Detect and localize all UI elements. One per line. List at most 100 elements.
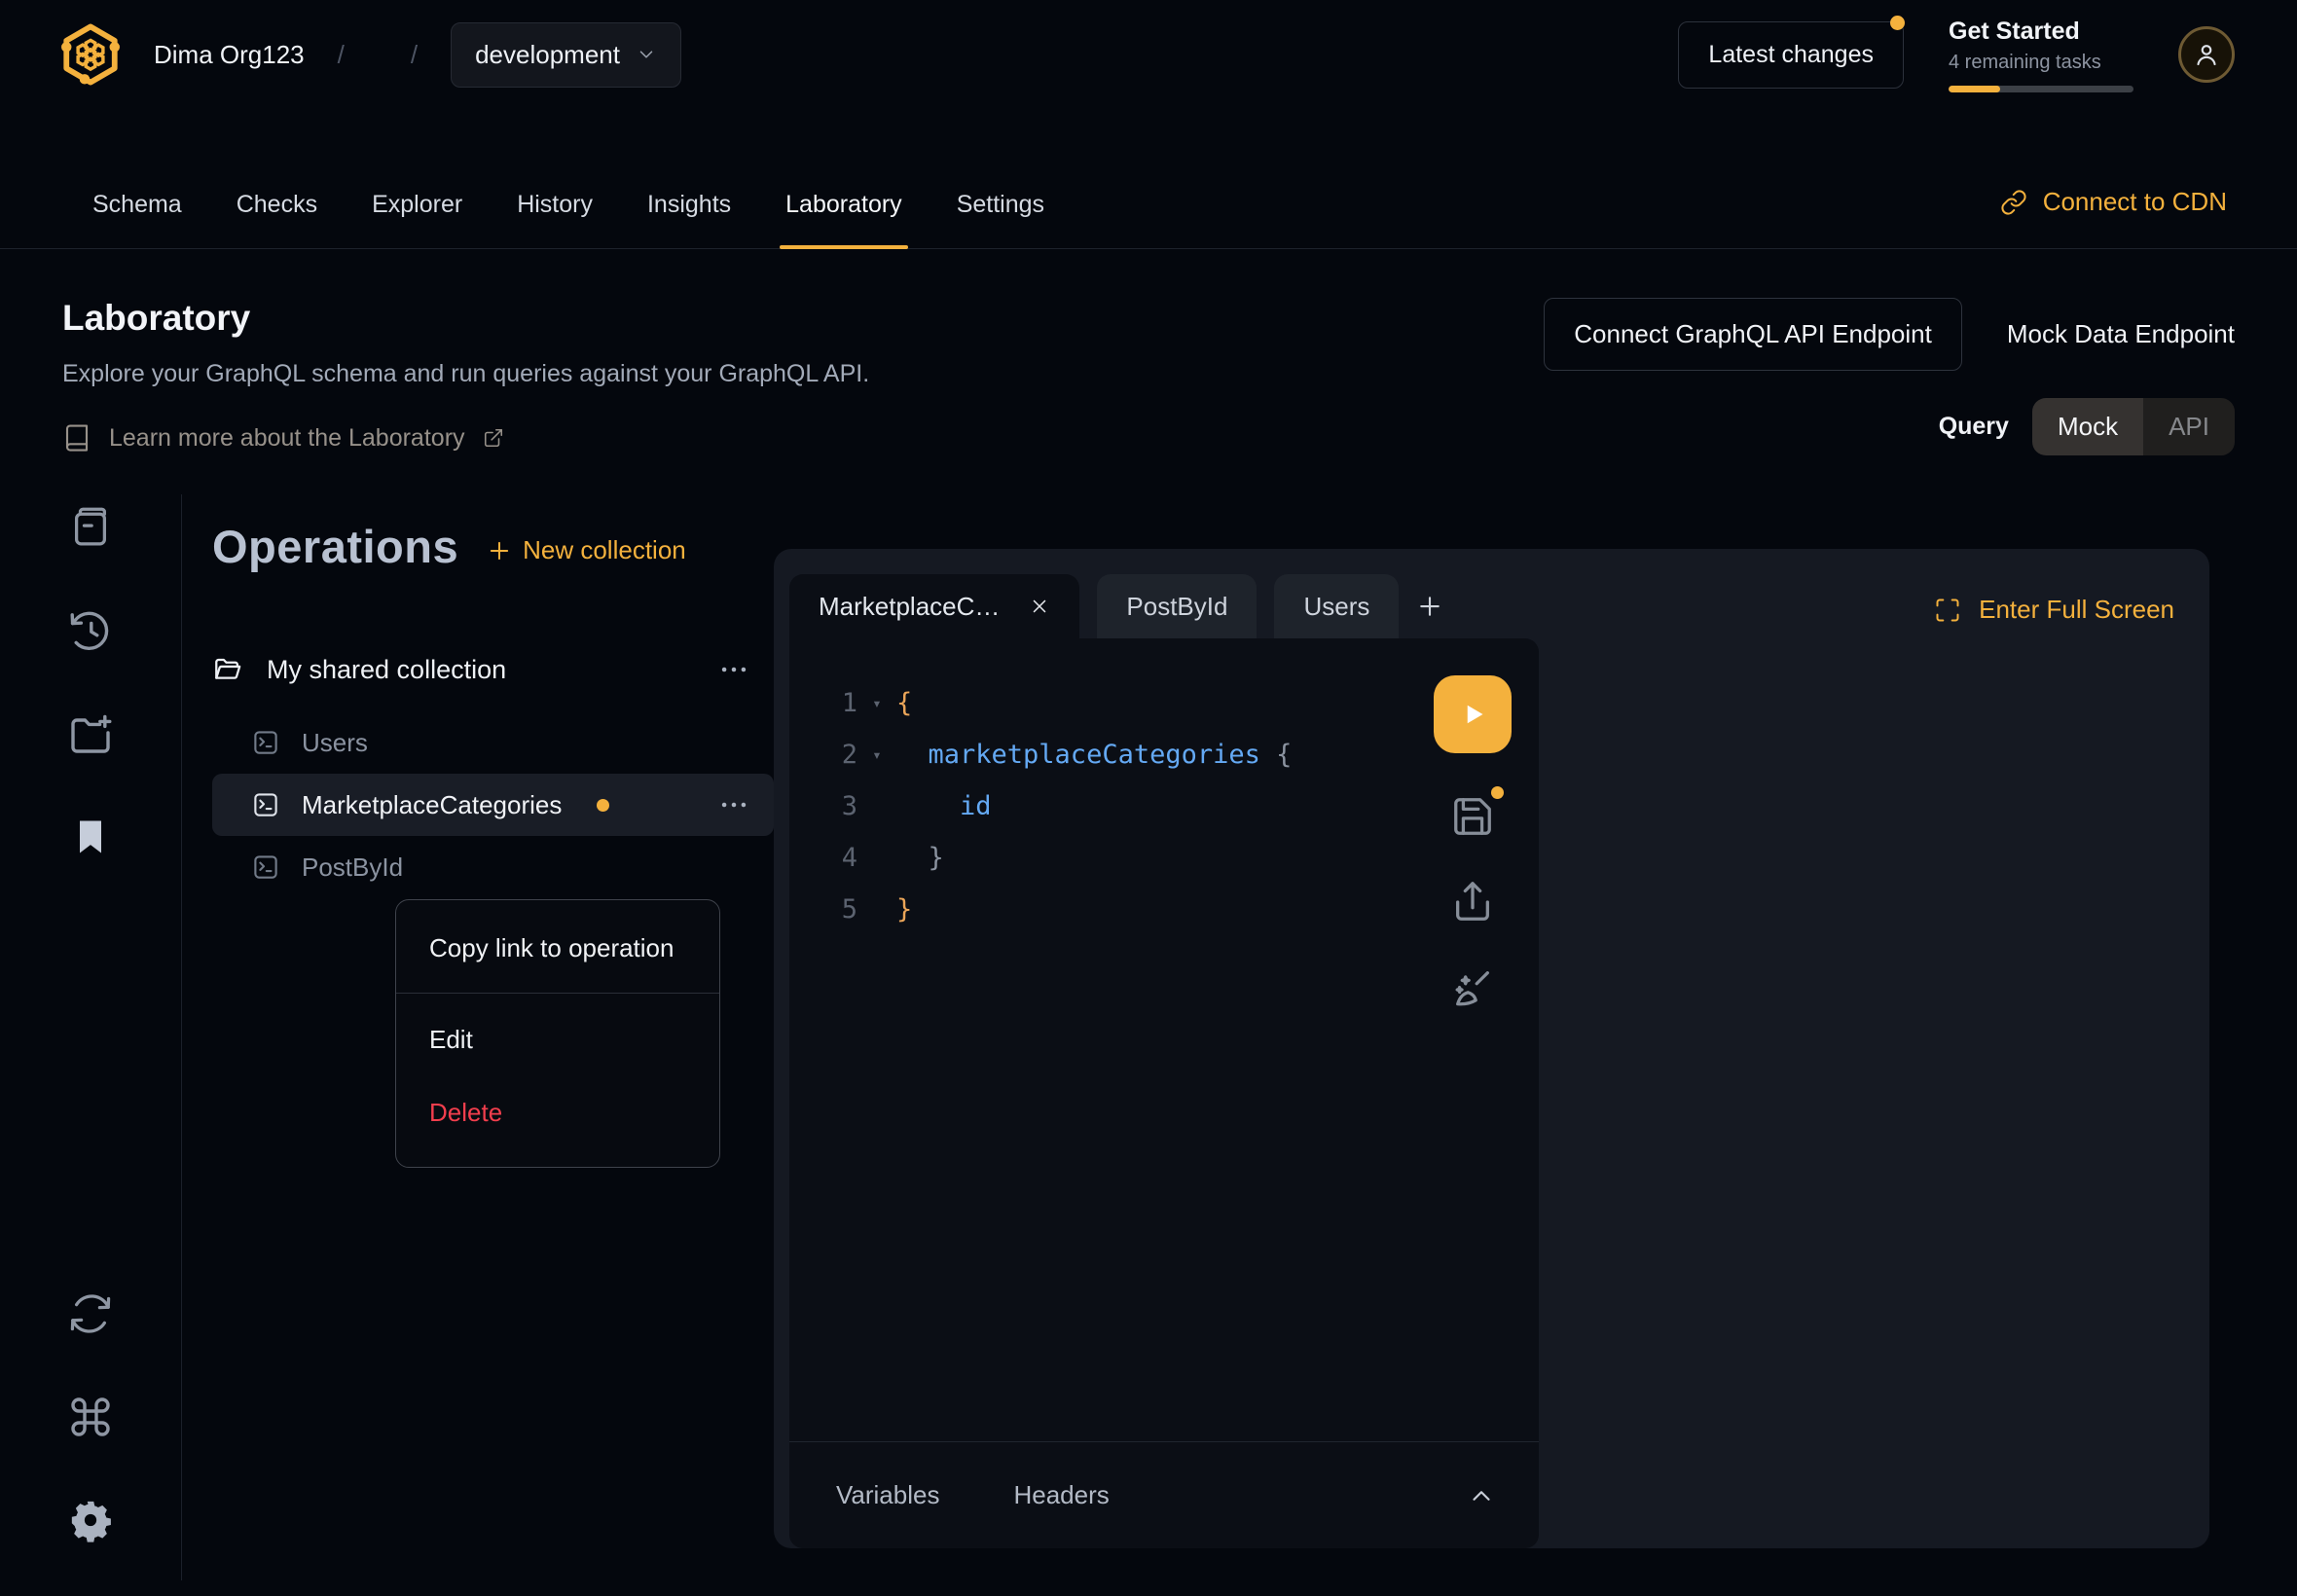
- run-query-button[interactable]: [1434, 675, 1512, 753]
- nav-tabs: Schema Checks Explorer History Insights …: [92, 191, 1044, 248]
- external-link-icon: [483, 427, 504, 449]
- editor-tabs-row: MarketplaceC… PostById Users: [774, 549, 2209, 638]
- settings-gear-icon[interactable]: [65, 1495, 116, 1545]
- notification-dot: [1890, 16, 1905, 30]
- context-menu-delete[interactable]: Delete: [396, 1076, 719, 1149]
- sync-icon[interactable]: [65, 1288, 116, 1339]
- fold-arrow-icon[interactable]: ▾: [857, 694, 896, 712]
- editor-tab-marketplacecategories[interactable]: MarketplaceC…: [789, 574, 1079, 638]
- line-number: 5: [789, 894, 857, 925]
- tab-laboratory[interactable]: Laboratory: [785, 191, 902, 248]
- context-menu-edit[interactable]: Edit: [396, 1003, 719, 1076]
- collection-my-shared-collection[interactable]: My shared collection: [212, 643, 774, 696]
- tab-history[interactable]: History: [517, 191, 593, 248]
- new-collection-button[interactable]: New collection: [486, 527, 686, 565]
- panel-body: 1 ▾ { 2 ▾ marketplaceCategories { 3: [774, 638, 2209, 1548]
- code-token: id: [896, 791, 992, 821]
- bookmarks-icon[interactable]: [65, 812, 116, 862]
- enter-fullscreen-label: Enter Full Screen: [1979, 595, 2174, 625]
- tab-checks[interactable]: Checks: [237, 191, 317, 248]
- line-number: 2: [789, 740, 857, 770]
- history-icon[interactable]: [65, 605, 116, 656]
- mock-data-endpoint-button[interactable]: Mock Data Endpoint: [2007, 319, 2235, 349]
- chevron-up-icon[interactable]: [1467, 1481, 1496, 1510]
- breadcrumb-separator: /: [411, 40, 418, 70]
- rail-bottom-group: [65, 1288, 116, 1545]
- enter-fullscreen-button[interactable]: Enter Full Screen: [1934, 595, 2174, 638]
- tab-explorer[interactable]: Explorer: [372, 191, 462, 248]
- learn-more-link[interactable]: Learn more about the Laboratory: [62, 423, 869, 453]
- operations-title: Operations: [212, 520, 458, 573]
- close-icon[interactable]: [1029, 596, 1050, 617]
- person-icon: [2192, 40, 2221, 69]
- editor-footer: Variables Headers: [789, 1441, 1539, 1548]
- tab-settings[interactable]: Settings: [957, 191, 1044, 248]
- code-token: {: [896, 688, 912, 718]
- collections-list: My shared collection Users: [212, 643, 774, 898]
- query-mode-mock-option[interactable]: Mock: [2032, 398, 2143, 455]
- operations-header: Operations New collection: [212, 520, 774, 573]
- breadcrumb: Dima Org123 / / development: [154, 22, 681, 88]
- operation-icon: [251, 852, 280, 882]
- headers-tab[interactable]: Headers: [1013, 1480, 1109, 1510]
- user-avatar[interactable]: [2178, 26, 2235, 83]
- get-started-widget[interactable]: Get Started 4 remaining tasks: [1949, 18, 2133, 92]
- line-number: 4: [789, 843, 857, 873]
- code-line: 3 id: [789, 780, 1539, 832]
- code-token: }: [896, 894, 912, 925]
- query-mode-toggle: Mock API: [2032, 398, 2235, 455]
- editor-tab-label: Users: [1303, 592, 1369, 622]
- docs-icon[interactable]: [65, 502, 116, 553]
- editor-tab-postbyid[interactable]: PostById: [1097, 574, 1257, 638]
- code-line: 5 }: [789, 884, 1539, 935]
- context-menu-copy-link[interactable]: Copy link to operation: [396, 912, 719, 985]
- link-icon: [2000, 189, 2027, 216]
- breadcrumb-org[interactable]: Dima Org123: [154, 40, 305, 70]
- hive-logo-icon[interactable]: [58, 18, 123, 91]
- code-line: 1 ▾ {: [789, 677, 1539, 729]
- operation-item-postbyid[interactable]: PostById: [212, 836, 774, 898]
- operations-list: Users MarketplaceCategories: [212, 711, 774, 898]
- endpoint-buttons-row: Connect GraphQL API Endpoint Mock Data E…: [1544, 298, 2235, 371]
- share-upload-icon: [1450, 880, 1495, 925]
- left-icon-rail: [0, 494, 182, 1580]
- prettify-query-button[interactable]: [1450, 965, 1495, 1010]
- shortcuts-command-icon[interactable]: [65, 1392, 116, 1442]
- connect-to-cdn-label: Connect to CDN: [2043, 187, 2227, 217]
- learn-more-label: Learn more about the Laboratory: [109, 424, 465, 453]
- operation-item-users[interactable]: Users: [212, 711, 774, 774]
- save-operation-button[interactable]: [1450, 794, 1495, 839]
- latest-changes-button[interactable]: Latest changes: [1678, 21, 1904, 89]
- new-tab-plus-icon[interactable]: [1399, 574, 1461, 638]
- variables-tab[interactable]: Variables: [836, 1480, 939, 1510]
- book-icon: [62, 423, 91, 453]
- top-bar: Dima Org123 / / development Latest chang…: [0, 0, 2297, 109]
- new-collection-label: New collection: [523, 535, 686, 565]
- connect-to-cdn-link[interactable]: Connect to CDN: [2000, 187, 2227, 248]
- new-collection-folder-icon[interactable]: [65, 708, 116, 759]
- query-mode-row: Query Mock API: [1939, 398, 2235, 455]
- unsaved-changes-dot: [1491, 786, 1504, 799]
- operation-icon: [251, 790, 280, 819]
- tab-insights[interactable]: Insights: [647, 191, 731, 248]
- plus-icon: [486, 537, 513, 564]
- page-description: Explore your GraphQL schema and run quer…: [62, 360, 869, 388]
- query-editor: 1 ▾ { 2 ▾ marketplaceCategories { 3: [789, 638, 1539, 1548]
- collection-more-icon[interactable]: [717, 653, 750, 686]
- graphql-hive-app: Dima Org123 / / development Latest chang…: [0, 0, 2297, 1596]
- laboratory-panel: MarketplaceC… PostById Users: [774, 549, 2209, 1548]
- editor-actions: [1434, 675, 1512, 1010]
- target-selector-dropdown[interactable]: development: [451, 22, 681, 88]
- operation-label: MarketplaceCategories: [302, 790, 562, 820]
- query-mode-api-option[interactable]: API: [2143, 398, 2235, 455]
- tab-schema[interactable]: Schema: [92, 191, 182, 248]
- code-area[interactable]: 1 ▾ { 2 ▾ marketplaceCategories { 3: [789, 638, 1539, 1441]
- share-operation-button[interactable]: [1450, 880, 1495, 925]
- laboratory-content: Operations New collection My shared coll…: [0, 494, 2297, 1580]
- connect-graphql-endpoint-button[interactable]: Connect GraphQL API Endpoint: [1544, 298, 1962, 371]
- chevron-down-icon: [636, 44, 657, 65]
- fold-arrow-icon[interactable]: ▾: [857, 745, 896, 764]
- operation-item-marketplacecategories[interactable]: MarketplaceCategories: [212, 774, 774, 836]
- editor-tab-users[interactable]: Users: [1274, 574, 1399, 638]
- operation-more-icon[interactable]: [717, 788, 750, 821]
